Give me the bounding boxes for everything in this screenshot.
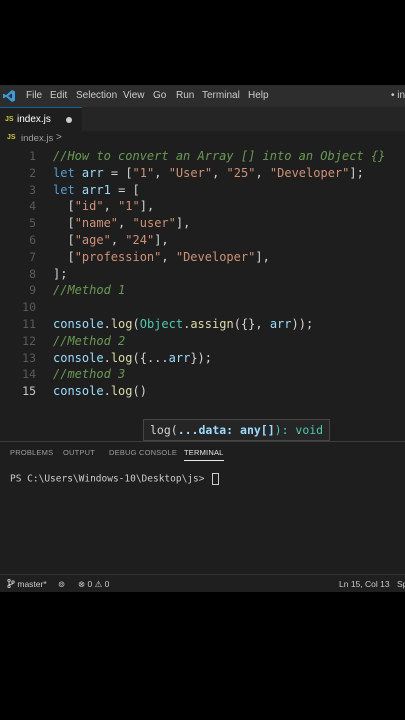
editor-tab-bar: JS index.js <box>0 107 405 132</box>
menu-go[interactable]: Go <box>153 90 166 101</box>
menu-run[interactable]: Run <box>176 90 194 101</box>
signature-help-tooltip: log(...data: any[]): void <box>143 419 331 441</box>
sync-icon[interactable]: ⊚ <box>58 579 65 590</box>
tab-label: index.js <box>17 114 51 125</box>
line-number: 1 <box>29 149 36 163</box>
javascript-file-icon: JS <box>5 116 14 123</box>
menu-selection[interactable]: Selection <box>76 90 117 101</box>
branch-name: master* <box>17 579 47 589</box>
line-number: 15 <box>22 384 36 399</box>
error-icon: ⊗ <box>78 579 86 589</box>
git-branch-icon <box>7 578 15 589</box>
code-line[interactable]: //Method 2 <box>53 333 125 350</box>
vscode-logo-icon <box>3 90 15 102</box>
warning-count: 0 <box>104 579 110 589</box>
tab-problems[interactable]: PROBLEMS <box>10 448 53 457</box>
hint-prefix: log( <box>150 423 178 437</box>
code-line[interactable]: //How to convert an Array [] into an Obj… <box>53 148 385 165</box>
menu-terminal[interactable]: Terminal <box>202 90 240 101</box>
menu-file[interactable]: File <box>26 90 42 101</box>
unsaved-dot-icon[interactable] <box>66 117 72 123</box>
menu-view[interactable]: View <box>123 90 145 101</box>
line-number: 4 <box>29 199 36 214</box>
line-number: 13 <box>22 350 36 365</box>
code-line[interactable]: console.log() <box>53 383 147 400</box>
line-number: 6 <box>29 233 36 247</box>
breadcrumb-file[interactable]: index.js <box>21 133 53 144</box>
line-number: 7 <box>29 249 36 264</box>
hint-param: ...data: any[] <box>177 423 275 437</box>
code-line[interactable]: ["id", "1"], <box>53 198 154 215</box>
code-line[interactable]: let arr = ["1", "User", "25", "Developer… <box>53 165 364 182</box>
branch-indicator[interactable]: master* <box>7 578 47 589</box>
line-number: 5 <box>29 216 36 231</box>
code-line[interactable]: ]; <box>53 266 67 283</box>
javascript-file-icon: JS <box>7 134 16 141</box>
breadcrumb: JS index.js > <box>0 131 405 147</box>
line-number: 9 <box>29 283 36 298</box>
code-editor[interactable]: 1 2 3 4 5 6 7 8 9 10 11 12 13 14 15 //How to convert a… <box>0 147 405 441</box>
hint-suffix: ): void <box>274 423 324 437</box>
tab-index-js[interactable]: JS index.js <box>0 107 82 132</box>
line-number: 11 <box>22 317 36 331</box>
line-number: 2 <box>29 165 36 180</box>
code-line[interactable]: console.log({...arr}); <box>53 350 212 367</box>
code-line[interactable]: console.log(Object.assign({}, arr)); <box>53 316 313 333</box>
line-number: 14 <box>22 367 36 382</box>
code-line[interactable]: let arr1 = [ <box>53 182 140 199</box>
status-bar: master* ⊚ ⊗ 0 ⚠ 0 Ln 15, Col 13 Sp <box>0 574 405 592</box>
code-line[interactable]: ["age", "24"], <box>53 232 168 249</box>
problems-indicator[interactable]: ⊗ 0 ⚠ 0 <box>78 579 109 590</box>
tab-debug-console[interactable]: DEBUG CONSOLE <box>109 448 177 457</box>
indentation-indicator[interactable]: Sp <box>397 579 405 589</box>
terminal-prompt: PS C:\Users\Windows-10\Desktop\js> <box>10 473 205 485</box>
line-number: 8 <box>29 266 36 281</box>
terminal-prompt-line[interactable]: PS C:\Users\Windows-10\Desktop\js> <box>10 473 220 485</box>
code-line[interactable]: //method 3 <box>53 366 125 383</box>
vscode-window: File Edit Selection View Go Run Terminal… <box>0 85 405 592</box>
line-number: 12 <box>22 333 36 348</box>
tab-output[interactable]: OUTPUT <box>63 448 95 457</box>
cursor-position[interactable]: Ln 15, Col 13 <box>339 579 390 589</box>
menu-bar: File Edit Selection View Go Run Terminal… <box>0 85 405 107</box>
menu-help[interactable]: Help <box>248 90 269 101</box>
error-count: 0 <box>87 579 93 589</box>
bottom-panel: PROBLEMS OUTPUT DEBUG CONSOLE TERMINAL P… <box>0 441 405 575</box>
tab-terminal[interactable]: TERMINAL <box>184 448 224 461</box>
terminal-cursor <box>212 473 220 485</box>
line-number: 10 <box>22 300 36 315</box>
code-line[interactable]: //Method 1 <box>53 282 125 299</box>
warning-icon: ⚠ <box>94 579 103 589</box>
window-title: • in <box>390 90 405 101</box>
line-number: 3 <box>29 182 36 197</box>
menu-edit[interactable]: Edit <box>50 90 67 101</box>
chevron-right-icon: > <box>56 132 62 143</box>
code-line[interactable]: ["name", "user"], <box>53 215 190 232</box>
code-line[interactable]: ["profession", "Developer"], <box>53 249 269 266</box>
